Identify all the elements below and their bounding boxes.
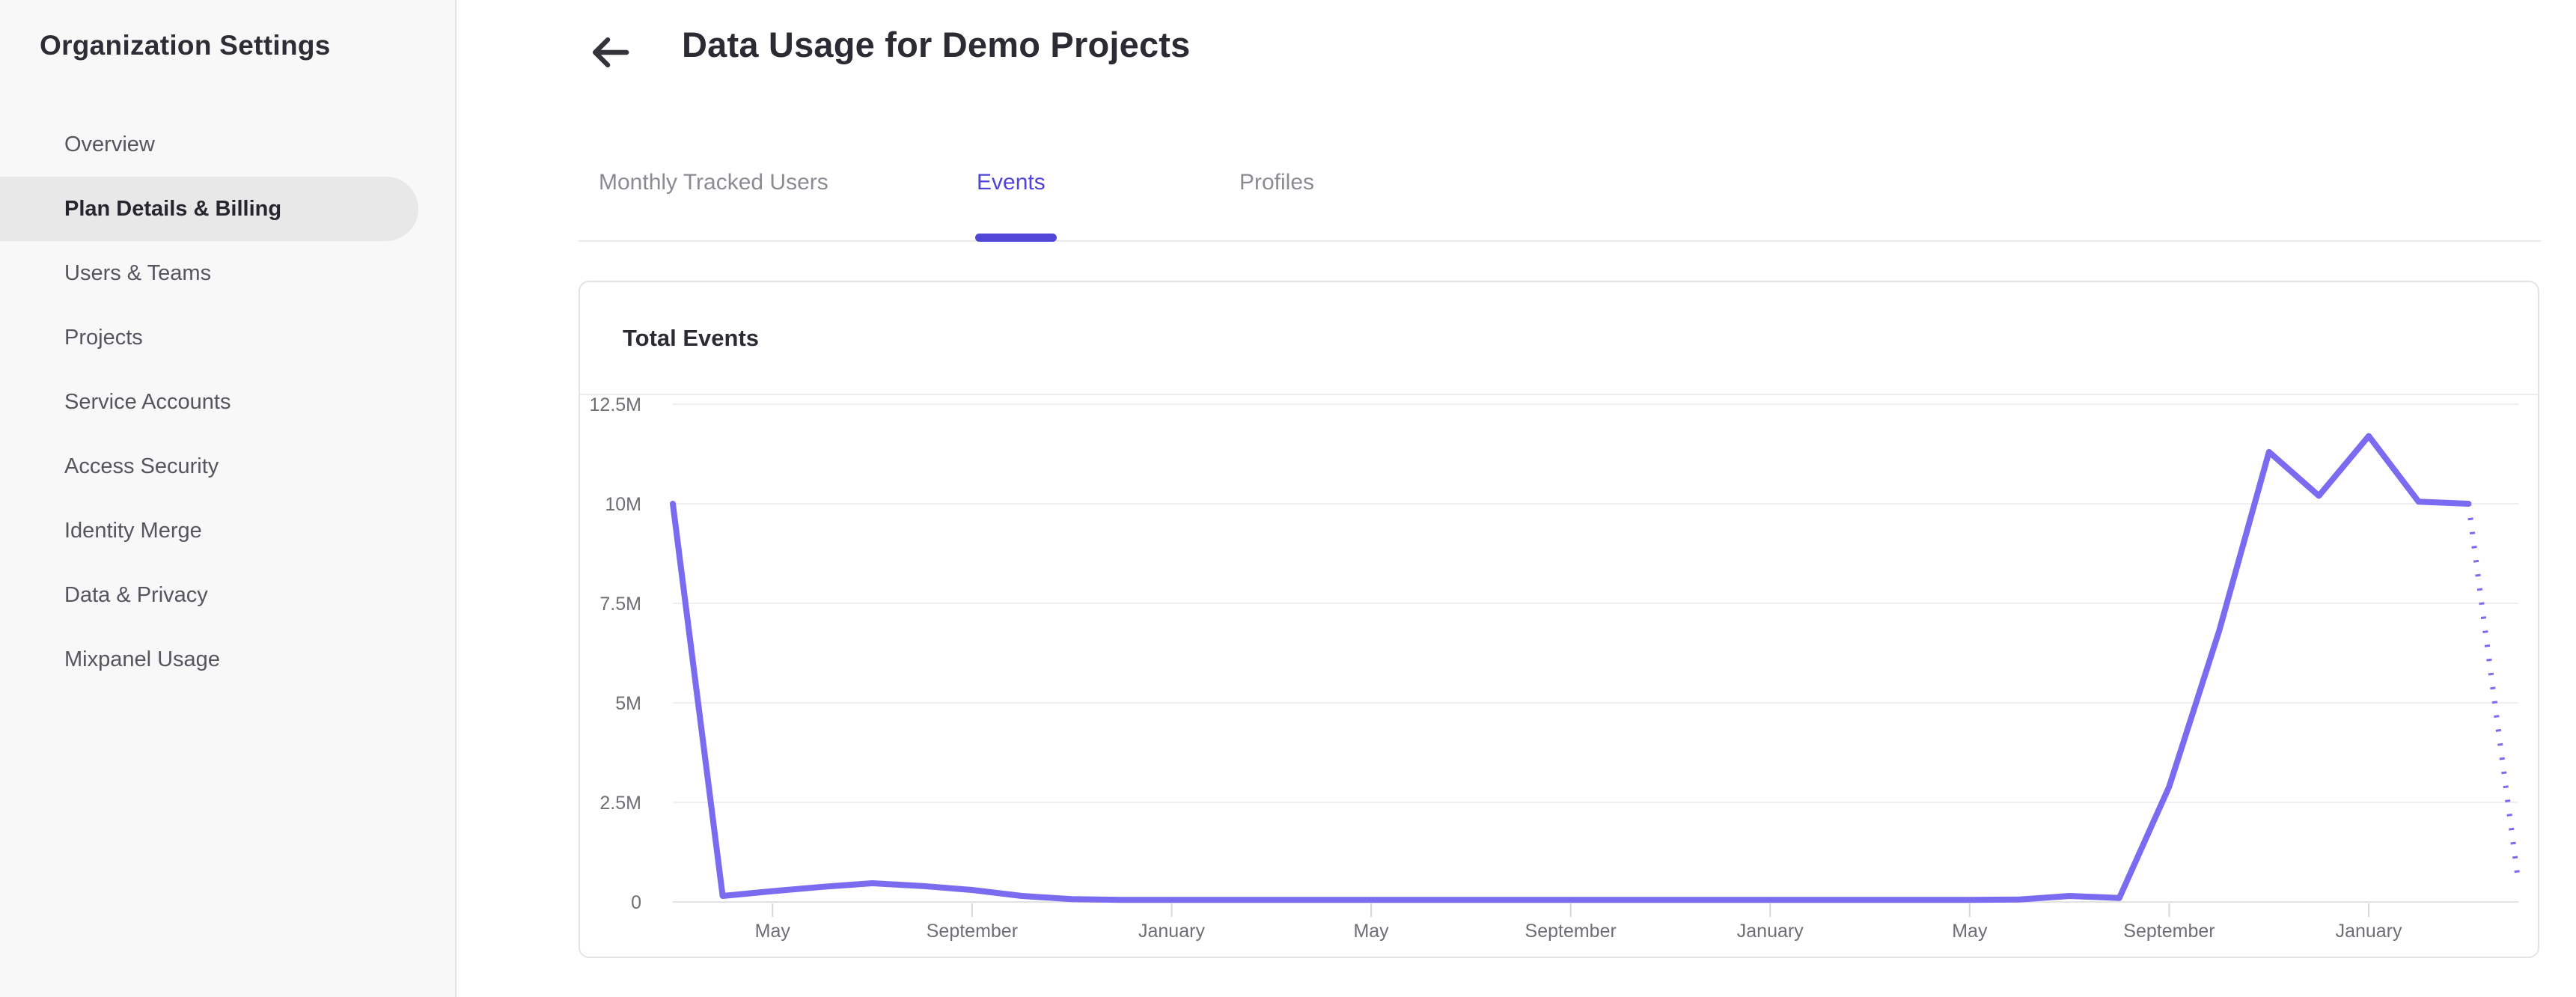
x-axis-label: January (1737, 921, 1804, 942)
total-events-line (670, 433, 2472, 903)
x-axis-label: January (2336, 921, 2402, 942)
x-axis-label: January (1138, 921, 1205, 942)
events-usage-chart[interactable]: 12.5M 10M 7.5M 5M 2.5M 0 May September January Ma… (0, 0, 2576, 997)
y-axis-label: 5M (615, 693, 641, 714)
x-axis-label: September (1525, 921, 1617, 942)
x-axis-label: September (2123, 921, 2215, 942)
x-axis-label: May (755, 921, 791, 942)
y-axis-label: 12.5M (590, 394, 641, 415)
organization-settings-page: Organization Settings Overview Plan Deta… (0, 0, 2576, 997)
total-events-line-projection-dotted (2465, 503, 2521, 882)
y-axis-label: 2.5M (599, 793, 641, 814)
y-axis-label: 0 (631, 892, 641, 913)
x-axis-label: May (1952, 921, 1988, 942)
x-axis-label: September (927, 921, 1018, 942)
y-axis-label: 7.5M (599, 594, 641, 615)
y-axis-label: 10M (605, 494, 641, 515)
x-axis-label: May (1353, 921, 1389, 942)
